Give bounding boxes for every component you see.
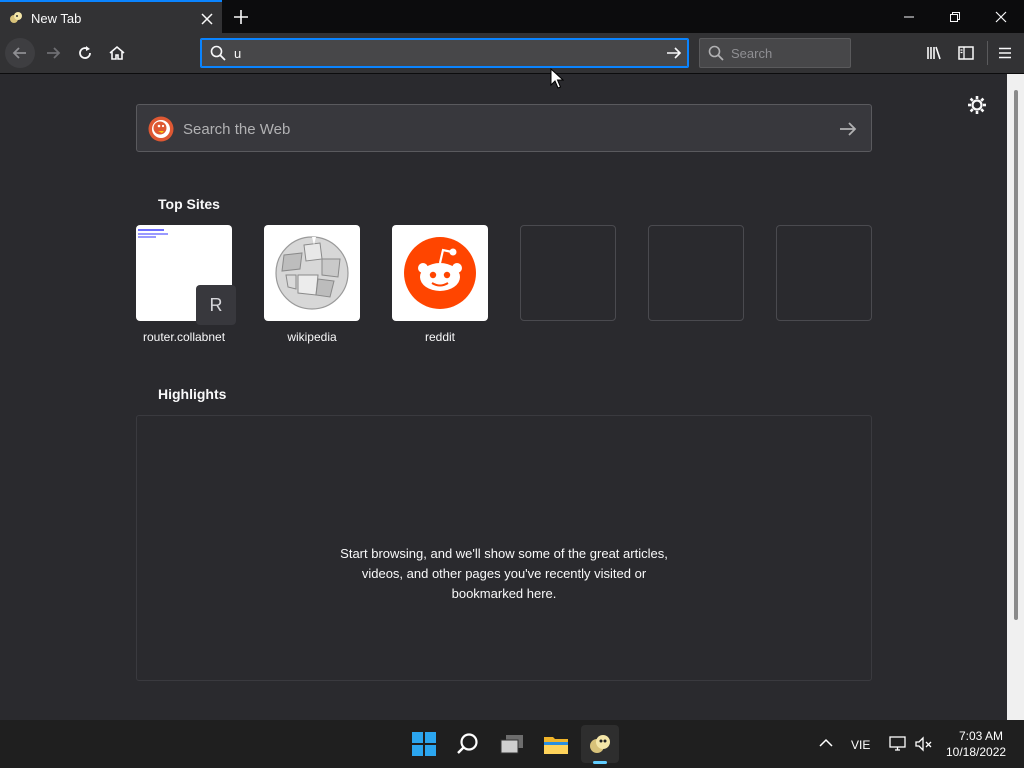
web-search-box[interactable]: Search the Web <box>136 104 872 152</box>
gear-icon[interactable] <box>966 94 988 116</box>
top-site-empty[interactable] <box>520 225 616 321</box>
folder-icon <box>544 737 568 754</box>
search-bar[interactable]: Search <box>699 38 851 68</box>
thumbnail-text-line <box>138 236 156 238</box>
clock-time[interactable]: 7:03 AM <box>959 729 1003 743</box>
browser-taskbar-button[interactable] <box>581 725 619 763</box>
address-bar[interactable]: u <box>200 38 689 68</box>
tab-title: New Tab <box>31 11 82 26</box>
empty-tile[interactable] <box>776 225 872 321</box>
top-site-label: wikipedia <box>287 330 337 344</box>
file-explorer-button[interactable] <box>537 725 575 763</box>
thumbnail-text-line <box>138 233 168 235</box>
reload-icon <box>79 46 91 59</box>
close-tab-icon[interactable] <box>199 11 215 27</box>
sidebar-button[interactable] <box>951 38 981 68</box>
volume-muted-icon[interactable] <box>915 736 933 752</box>
windows-taskbar: VIE 7:03 AM 10/18/2022 <box>0 720 1024 768</box>
home-button[interactable] <box>102 38 132 68</box>
back-button[interactable] <box>5 38 35 68</box>
app-icon <box>590 735 610 753</box>
tab-new-tab[interactable]: New Tab <box>0 0 222 33</box>
clock-date[interactable]: 10/18/2022 <box>946 745 1006 759</box>
search-icon <box>457 733 478 754</box>
top-site-thumbnail[interactable] <box>392 225 488 321</box>
reddit-logo-icon <box>404 237 476 309</box>
web-search-placeholder: Search the Web <box>183 121 291 138</box>
taskbar-search-button[interactable] <box>449 725 487 763</box>
toolbar-divider <box>987 41 988 65</box>
highlights-message-line: bookmarked here. <box>451 586 557 601</box>
chevron-up-icon[interactable] <box>819 738 833 748</box>
home-icon <box>109 45 125 60</box>
highlights-title: Highlights <box>158 386 227 402</box>
top-site-empty[interactable] <box>648 225 744 321</box>
minimize-icon <box>904 16 914 17</box>
top-site-wikipedia[interactable]: wikipedia <box>264 225 360 344</box>
hamburger-menu-icon <box>999 47 1011 59</box>
top-site-reddit[interactable]: reddit <box>392 225 488 344</box>
restore-button[interactable] <box>932 0 978 33</box>
address-bar-input[interactable]: u <box>234 46 241 61</box>
highlights-message-line: Start browsing, and we'll show some of t… <box>340 546 668 561</box>
wikipedia-globe-icon <box>275 236 349 310</box>
back-arrow-icon <box>12 47 26 59</box>
language-indicator[interactable]: VIE <box>851 738 870 752</box>
library-button[interactable] <box>919 38 949 68</box>
search-submit-arrow-icon[interactable] <box>839 120 857 138</box>
empty-tile[interactable] <box>520 225 616 321</box>
new-tab-icon[interactable] <box>232 8 250 26</box>
top-site-empty[interactable] <box>776 225 872 321</box>
active-app-indicator <box>593 761 607 764</box>
search-icon <box>210 45 226 61</box>
empty-tile[interactable] <box>648 225 744 321</box>
start-button[interactable] <box>405 725 443 763</box>
windows-start-icon <box>412 732 436 756</box>
close-window-button[interactable] <box>978 0 1024 33</box>
site-letter-badge: R <box>196 285 236 325</box>
restore-icon <box>950 11 960 22</box>
forward-button[interactable] <box>38 38 68 68</box>
close-icon <box>995 11 1007 22</box>
highlights-message: Start browsing, and we'll show some of t… <box>137 544 871 604</box>
thumbnail-text-line <box>138 229 164 231</box>
search-icon <box>708 45 724 61</box>
top-site-thumbnail[interactable] <box>264 225 360 321</box>
scrollbar-thumb[interactable] <box>1014 90 1018 620</box>
mouse-cursor-icon <box>550 68 564 89</box>
menu-button[interactable] <box>990 38 1020 68</box>
library-icon <box>927 46 941 60</box>
task-view-button[interactable] <box>493 725 531 763</box>
top-site-router-collabnet[interactable]: R router.collabnet <box>136 225 236 344</box>
highlights-message-line: videos, and other pages you've recently … <box>361 566 647 581</box>
search-bar-placeholder: Search <box>731 46 773 61</box>
minimize-button[interactable] <box>886 0 932 33</box>
reload-button[interactable] <box>70 38 100 68</box>
network-icon[interactable] <box>889 736 907 752</box>
task-view-icon <box>500 735 523 754</box>
top-site-label: reddit <box>424 330 456 344</box>
sidebar-icon <box>958 46 974 60</box>
navigation-toolbar: u Search <box>0 33 1024 74</box>
go-arrow-icon[interactable] <box>666 45 682 61</box>
highlights-empty-state: Start browsing, and we'll show some of t… <box>136 415 872 681</box>
top-sites-title: Top Sites <box>158 196 220 212</box>
forward-arrow-icon <box>47 47 61 59</box>
tab-strip: New Tab <box>0 0 1024 33</box>
top-site-label: router.collabnet <box>142 330 226 344</box>
app-icon <box>10 12 22 23</box>
duckduckgo-icon <box>148 116 174 142</box>
